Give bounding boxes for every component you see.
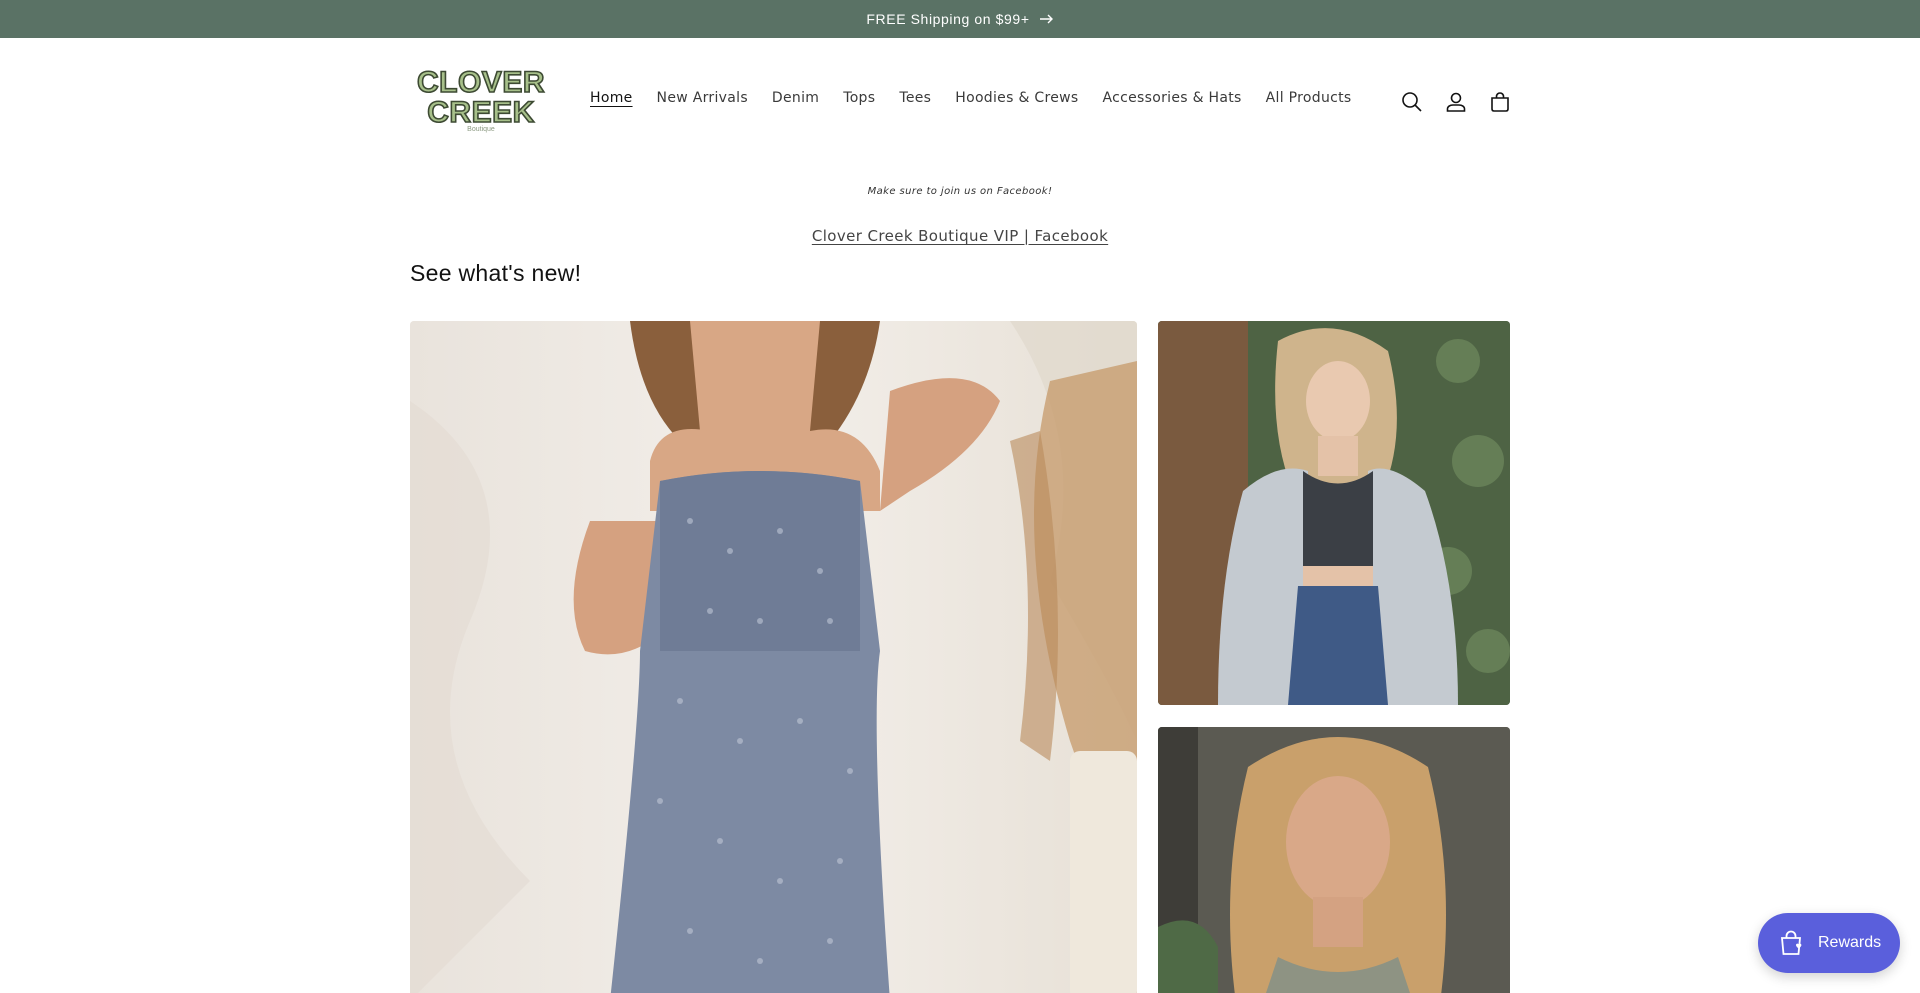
rewards-label: Rewards [1818,934,1882,951]
logo-line-2: CREEK [426,95,535,129]
logo-line-3: Boutique [467,125,495,133]
nav-item-new-arrivals[interactable]: New Arrivals [657,90,748,106]
facebook-note: Make sure to join us on Facebook! [867,186,1053,197]
featured-image-jumpsuit[interactable] [410,321,1137,993]
shopping-bag-icon [1781,930,1802,955]
main-nav: Home New Arrivals Denim Tops Tees Hoodie… [590,90,1376,106]
rewards-button[interactable]: Rewards [1758,913,1900,973]
arrow-right-icon [1039,14,1054,24]
nav-item-hoodies-crews[interactable]: Hoodies & Crews [955,90,1078,106]
nav-item-denim[interactable]: Denim [772,90,819,106]
announcement-bar[interactable]: FREE Shipping on $99+ [0,0,1920,38]
announcement-text: FREE Shipping on $99+ [866,11,1030,27]
featured-image-denim-jacket[interactable] [1158,321,1510,705]
facebook-link[interactable]: Clover Creek Boutique VIP | Facebook [812,227,1108,245]
logo-line-1: CLOVER [416,65,545,99]
section-title: See what's new! [410,260,582,286]
site-header: CLOVER CREEK Boutique Home New Arrivals … [0,38,1920,160]
nav-item-accessories-hats[interactable]: Accessories & Hats [1103,90,1242,106]
facebook-link-wrap: Clover Creek Boutique VIP | Facebook [0,226,1920,245]
nav-item-tees[interactable]: Tees [899,90,931,106]
search-icon[interactable] [1396,86,1428,118]
store-logo[interactable]: CLOVER CREEK Boutique [410,64,552,136]
nav-item-all-products[interactable]: All Products [1266,90,1352,106]
cart-icon[interactable] [1484,86,1516,118]
nav-item-tops[interactable]: Tops [843,90,875,106]
featured-image-blonde-model[interactable] [1158,727,1510,993]
account-icon[interactable] [1440,86,1472,118]
header-icons [1396,86,1516,118]
nav-item-home[interactable]: Home [590,90,633,106]
